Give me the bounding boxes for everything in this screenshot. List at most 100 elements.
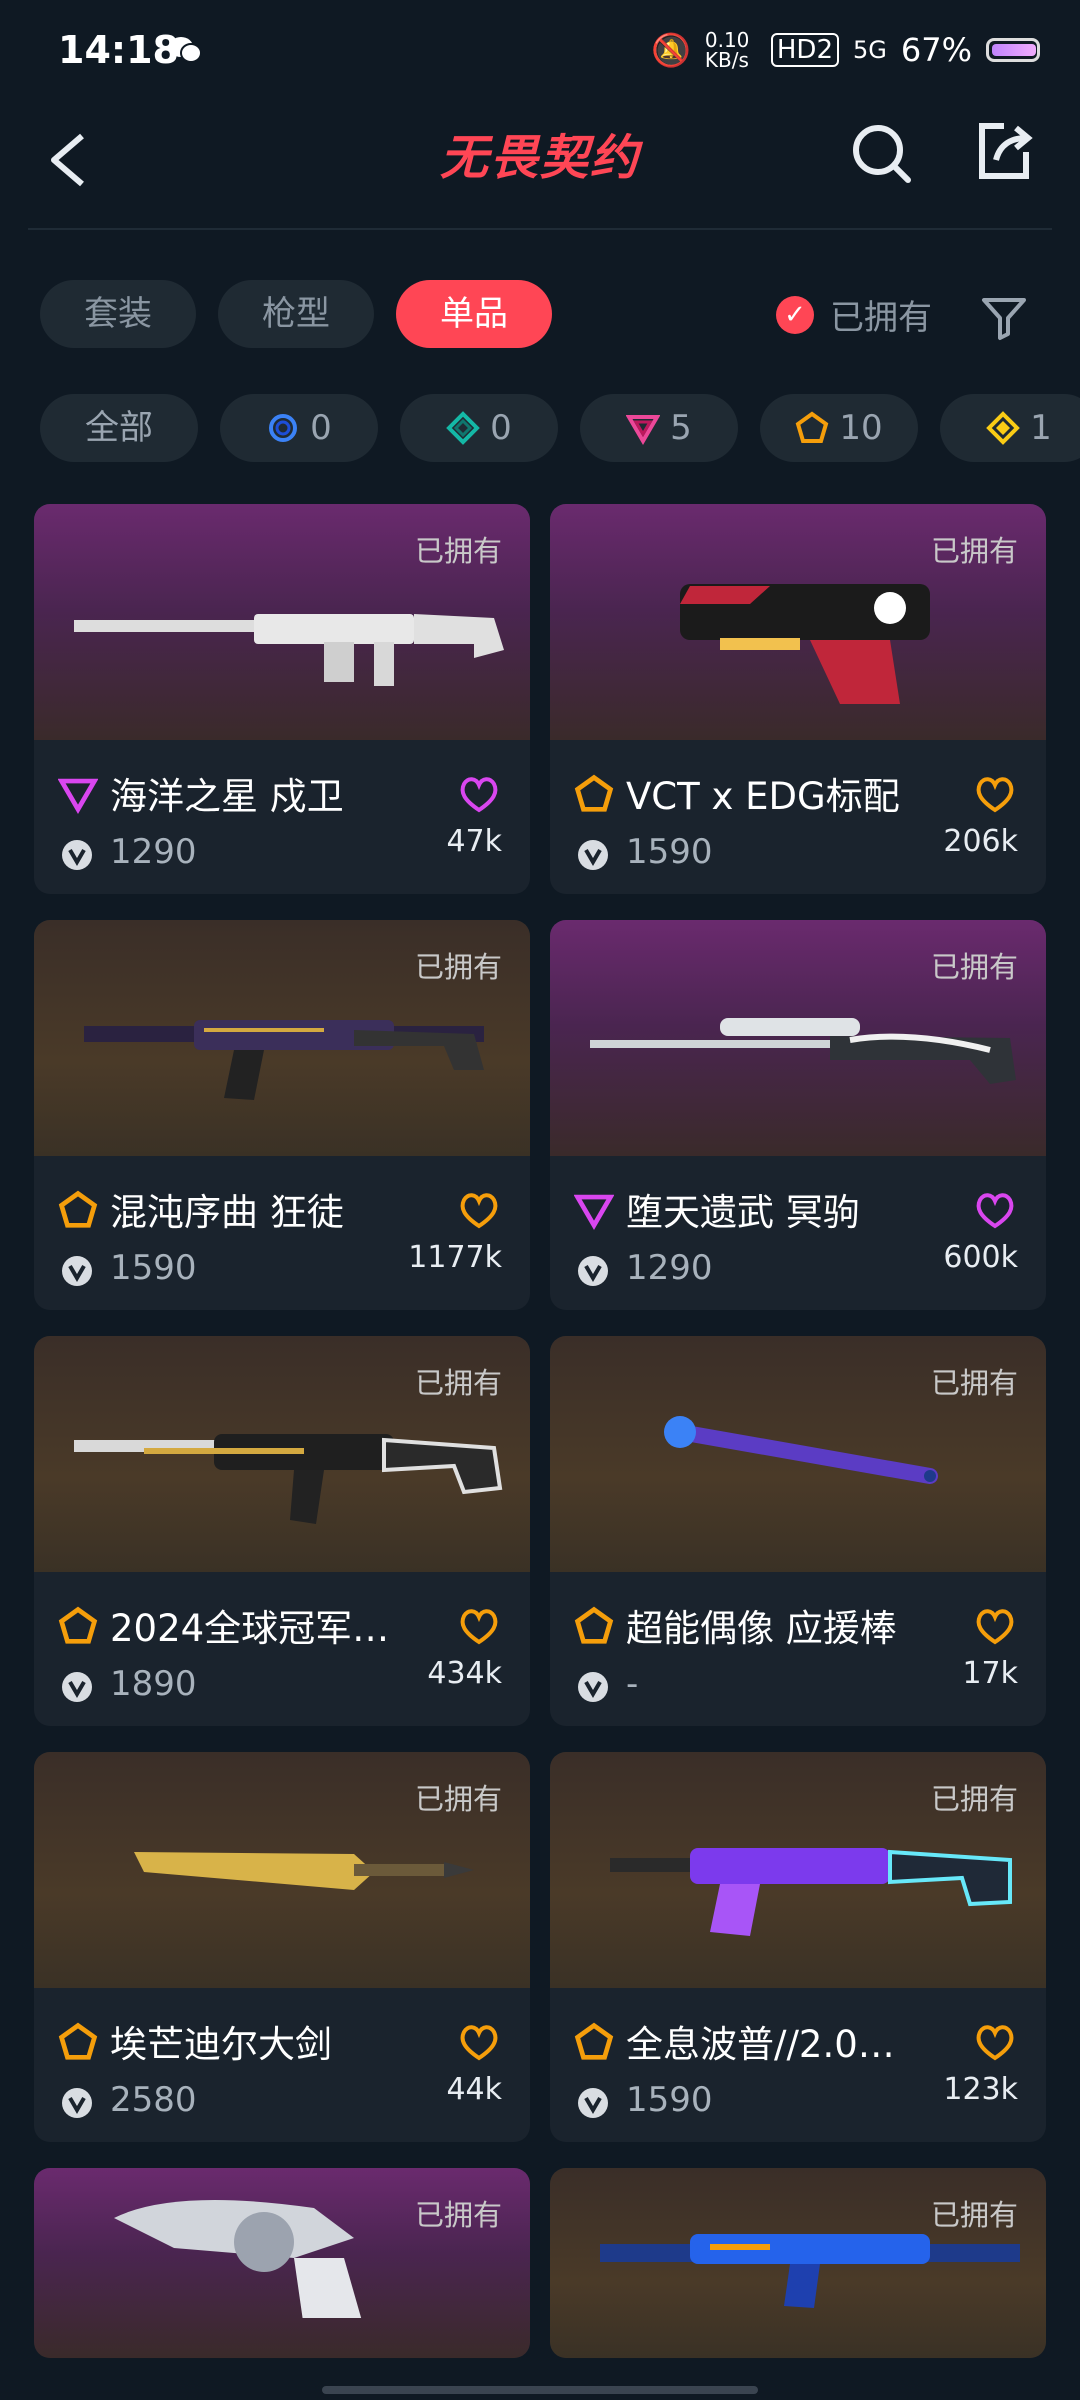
ultra-tier-icon	[986, 411, 1021, 445]
item-price: 1590	[626, 832, 713, 872]
tier-chip-deluxe[interactable]: 0	[400, 394, 558, 462]
battery-percent: 67%	[900, 31, 972, 69]
smg-image	[610, 1848, 1012, 1936]
tab-bundle[interactable]: 套装	[40, 280, 196, 348]
item-card[interactable]: 已拥有	[34, 2168, 530, 2358]
owned-filter-toggle[interactable]: ✓ 已拥有	[776, 290, 932, 339]
item-card[interactable]: 已拥有	[550, 2168, 1046, 2358]
premium-tier-icon	[58, 778, 98, 814]
net-speed: 0.10 KB/s	[704, 28, 750, 72]
owned-filter-label: 已拥有	[830, 298, 932, 338]
back-icon[interactable]	[44, 120, 92, 200]
tier-chip-count: 5	[670, 408, 692, 448]
exclusive-tier-icon	[574, 774, 614, 812]
item-name: 埃芒迪尔大剑	[110, 2023, 332, 2066]
vp-currency-icon	[62, 1256, 92, 1286]
owned-label: 已拥有	[930, 2198, 1018, 2232]
item-card[interactable]: 已拥有 VCT x EDG标配 1590 206k	[550, 504, 1046, 894]
owned-label: 已拥有	[930, 534, 1018, 568]
item-price: 1290	[626, 1248, 713, 1288]
tier-chip-count: 0	[310, 408, 332, 448]
item-card[interactable]: 已拥有 全息波普//2.0… 1590 123k	[550, 1752, 1046, 2142]
item-card[interactable]: 已拥有 2024全球冠军… 1890 434k	[34, 1336, 530, 1726]
status-time: 14:18	[58, 28, 179, 72]
heart-icon[interactable]	[458, 1190, 500, 1230]
item-card[interactable]: 已拥有 海洋之星 戍卫 1290 47k	[34, 504, 530, 894]
tier-chip-premium[interactable]: 5	[580, 394, 738, 462]
like-count: 1177k	[408, 1240, 502, 1275]
sniper-image	[590, 1018, 1016, 1084]
like-count: 44k	[446, 2072, 502, 2107]
vp-currency-icon	[578, 1256, 608, 1286]
battery-icon	[986, 38, 1040, 62]
heart-icon[interactable]	[458, 774, 500, 814]
tier-chip-label: 全部	[85, 408, 153, 448]
wechat-icon	[169, 37, 202, 63]
rifle-image	[74, 614, 504, 686]
heart-icon[interactable]	[974, 2022, 1016, 2062]
light-stick-image	[664, 1416, 938, 1484]
item-price: 1290	[110, 832, 197, 872]
tab-single-item[interactable]: 单品	[396, 280, 552, 348]
vp-currency-icon	[578, 1672, 608, 1702]
item-card[interactable]: 已拥有 混沌序曲 狂徒 1590 1177k	[34, 920, 530, 1310]
exclusive-tier-icon	[58, 2022, 98, 2060]
vp-currency-icon	[62, 840, 92, 870]
item-price: 1590	[110, 1248, 197, 1288]
item-card[interactable]: 已拥有 埃芒迪尔大剑 2580 44k	[34, 1752, 530, 2142]
hd-badge: HD2	[770, 33, 839, 67]
tier-chip-ultra[interactable]: 1	[940, 394, 1080, 462]
category-tabs: 套装 枪型 单品	[40, 280, 552, 348]
checked-icon: ✓	[776, 295, 814, 334]
item-price: 1590	[626, 2080, 713, 2120]
vp-currency-icon	[62, 1672, 92, 1702]
header-divider	[28, 228, 1052, 230]
signal-5g: 5G	[853, 36, 887, 64]
exclusive-tier-icon	[574, 2022, 614, 2060]
owned-label: 已拥有	[414, 534, 502, 568]
top-bar: 无畏契约	[0, 110, 1080, 210]
item-card[interactable]: 已拥有 堕天遗武 冥驹 1290 600k	[550, 920, 1046, 1310]
like-count: 17k	[962, 1656, 1018, 1691]
like-count: 47k	[446, 824, 502, 859]
item-price: 1890	[110, 1664, 197, 1704]
tier-chip-exclusive[interactable]: 10	[760, 394, 918, 462]
item-name: 超能偶像 应援棒	[626, 1607, 897, 1650]
exclusive-tier-icon	[796, 411, 829, 443]
exclusive-tier-icon	[574, 1606, 614, 1644]
owned-label: 已拥有	[414, 2198, 502, 2232]
search-icon[interactable]	[850, 122, 912, 184]
tier-filter: 全部 0 0 5 10 1	[40, 394, 1080, 462]
heart-icon[interactable]	[974, 1190, 1016, 1230]
exclusive-tier-icon	[58, 1606, 98, 1644]
like-count: 434k	[427, 1656, 502, 1691]
like-count: 206k	[943, 824, 1018, 859]
tab-weapon-type[interactable]: 枪型	[218, 280, 374, 348]
like-count: 600k	[943, 1240, 1018, 1275]
mute-icon: 🔕	[651, 31, 691, 69]
item-name: 海洋之星 戍卫	[110, 775, 344, 818]
item-price: 2580	[110, 2080, 197, 2120]
vp-currency-icon	[578, 2088, 608, 2118]
item-card[interactable]: 已拥有 超能偶像 应援棒 - 17k	[550, 1336, 1046, 1726]
item-name: 堕天遗武 冥驹	[626, 1191, 860, 1234]
heart-icon[interactable]	[974, 774, 1016, 814]
tier-chip-select[interactable]: 0	[220, 394, 378, 462]
tier-chip-all[interactable]: 全部	[40, 394, 198, 462]
tier-chip-count: 0	[490, 408, 512, 448]
owned-label: 已拥有	[414, 1782, 502, 1816]
status-right: 🔕 0.10 KB/s HD2 5G 67%	[651, 30, 1040, 70]
vp-currency-icon	[62, 2088, 92, 2118]
owned-label: 已拥有	[930, 1782, 1018, 1816]
owned-label: 已拥有	[930, 1366, 1018, 1400]
owned-label: 已拥有	[414, 1366, 502, 1400]
share-icon[interactable]	[974, 120, 1034, 182]
heart-icon[interactable]	[458, 1606, 500, 1646]
heart-icon[interactable]	[974, 1606, 1016, 1646]
item-name: 2024全球冠军…	[110, 1607, 390, 1650]
tier-chip-count: 1	[1030, 408, 1052, 448]
filter-icon[interactable]	[978, 292, 1030, 342]
home-indicator[interactable]	[322, 2386, 758, 2394]
pistol-image	[680, 584, 930, 704]
heart-icon[interactable]	[458, 2022, 500, 2062]
